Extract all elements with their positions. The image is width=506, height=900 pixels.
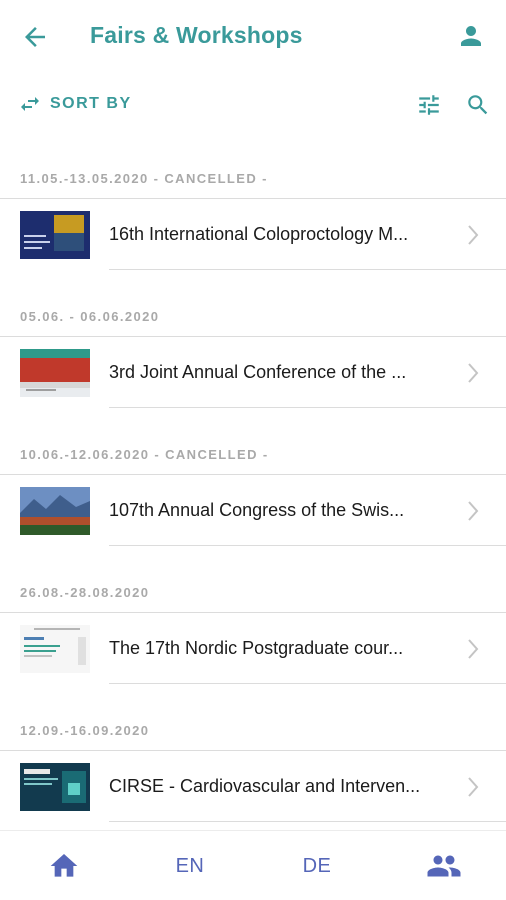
list-toolbar: SORT BY	[0, 84, 506, 124]
row-divider	[109, 407, 506, 408]
nav-contacts[interactable]	[422, 849, 466, 883]
event-list: 11.05.-13.05.2020 - CANCELLED - 16th Int…	[0, 158, 506, 830]
event-date-header: 05.06. - 06.06.2020	[0, 296, 506, 336]
language-de-label: DE	[302, 854, 332, 877]
event-section: 26.08.-28.08.2020 The 17th Nordic Postgr…	[0, 572, 506, 710]
event-row[interactable]: 3rd Joint Annual Conference of the ...	[0, 336, 506, 408]
event-date-header: 26.08.-28.08.2020	[0, 572, 506, 612]
row-divider	[109, 545, 506, 546]
event-row[interactable]: CIRSE - Cardiovascular and Interven...	[0, 750, 506, 822]
event-section: 12.09.-16.09.2020 CIRSE - Cardiovascular…	[0, 710, 506, 830]
event-thumbnail	[20, 487, 90, 535]
chevron-right-icon	[468, 777, 479, 797]
event-date-header: 12.09.-16.09.2020	[0, 710, 506, 750]
home-icon	[50, 854, 78, 877]
event-date-header: 10.06.-12.06.2020 - CANCELLED -	[0, 434, 506, 474]
chevron-right-icon	[468, 501, 479, 521]
event-date-header: 11.05.-13.05.2020 - CANCELLED -	[0, 158, 506, 198]
event-title: 16th International Coloproctology M...	[109, 224, 409, 244]
event-title: The 17th Nordic Postgraduate cour...	[109, 638, 404, 658]
chevron-right-icon	[468, 225, 479, 245]
swap-arrows-icon	[21, 97, 39, 111]
bottom-navigation: EN DE	[0, 830, 506, 900]
search-icon[interactable]	[465, 92, 491, 118]
nav-language-de[interactable]: DE	[287, 849, 347, 883]
event-thumbnail	[20, 349, 90, 397]
row-divider	[109, 269, 506, 270]
event-row[interactable]: 16th International Coloproctology M...	[0, 198, 506, 270]
nav-home[interactable]	[44, 849, 84, 883]
event-row[interactable]: 107th Annual Congress of the Swis...	[0, 474, 506, 546]
page-title: Fairs & Workshops	[90, 22, 303, 48]
event-thumbnail	[20, 763, 90, 811]
sort-by-button[interactable]: SORT BY	[18, 92, 132, 116]
chevron-right-icon	[468, 363, 479, 383]
event-title: CIRSE - Cardiovascular and Interven...	[109, 776, 421, 796]
people-icon	[427, 855, 461, 877]
event-title: 3rd Joint Annual Conference of the ...	[109, 362, 407, 382]
tune-sliders-icon[interactable]	[416, 92, 442, 118]
app-bar: Fairs & Workshops	[0, 0, 506, 72]
person-icon[interactable]	[456, 21, 486, 51]
row-divider	[109, 683, 506, 684]
event-section: 10.06.-12.06.2020 - CANCELLED - 107th An…	[0, 434, 506, 572]
event-section: 11.05.-13.05.2020 - CANCELLED - 16th Int…	[0, 158, 506, 296]
language-en-label: EN	[175, 854, 205, 877]
arrow-left-icon[interactable]	[20, 22, 50, 52]
event-row[interactable]: The 17th Nordic Postgraduate cour...	[0, 612, 506, 684]
row-divider	[109, 821, 506, 822]
nav-language-en[interactable]: EN	[160, 849, 220, 883]
chevron-right-icon	[468, 639, 479, 659]
event-thumbnail	[20, 211, 90, 259]
event-thumbnail	[20, 625, 90, 673]
event-section: 05.06. - 06.06.2020 3rd Joint Annual Con…	[0, 296, 506, 434]
sort-by-label: SORT BY	[50, 95, 132, 112]
event-title: 107th Annual Congress of the Swis...	[109, 500, 405, 520]
